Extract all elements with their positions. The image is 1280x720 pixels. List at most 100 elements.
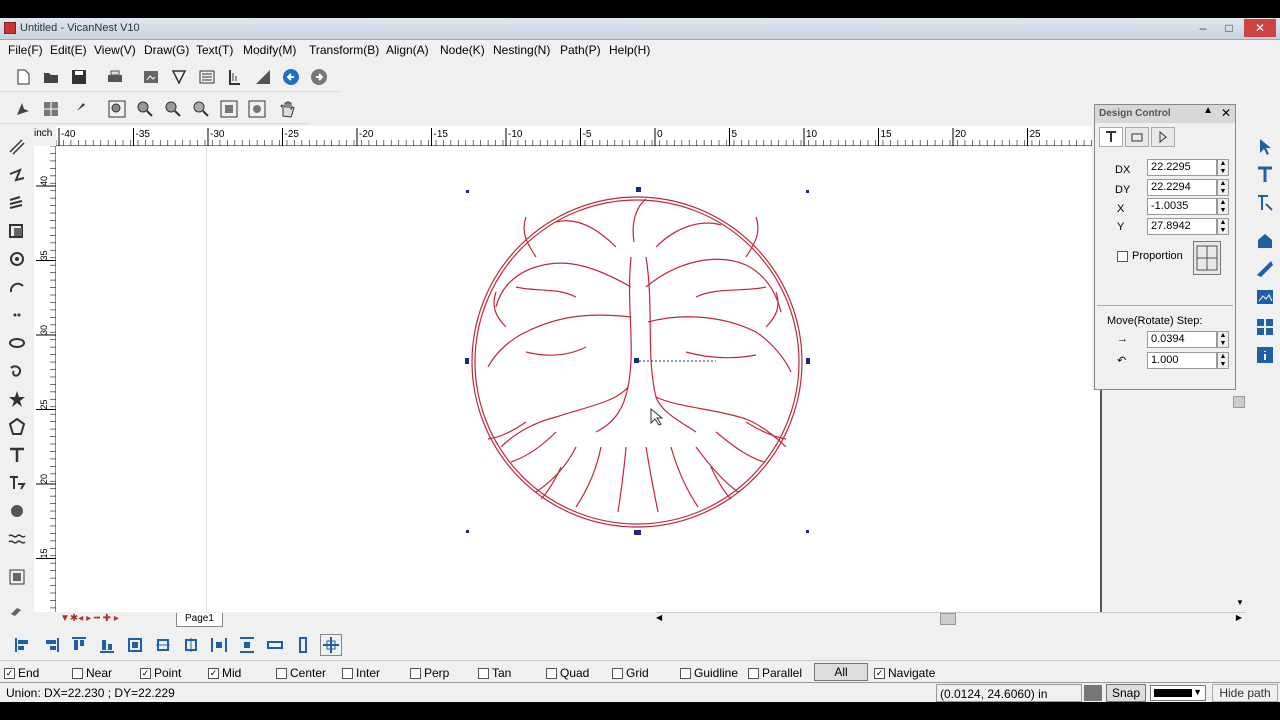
align-center-icon[interactable] <box>124 634 146 656</box>
vertical-scrollbar[interactable] <box>1232 390 1246 612</box>
point-tool-icon[interactable] <box>6 304 28 326</box>
link-tool-icon[interactable] <box>6 600 28 622</box>
info-tool-icon[interactable] <box>1254 344 1276 366</box>
rotate-step-spinner[interactable]: ▲ ▼ <box>1217 352 1229 369</box>
menu-modify[interactable]: Modify(M) <box>243 43 296 57</box>
y-spinner[interactable]: ▲ ▼ <box>1217 218 1229 235</box>
snap-parallel-checkbox[interactable]: Parallel <box>748 666 802 680</box>
snap-quad-box[interactable] <box>546 667 557 679</box>
tab-node-properties[interactable] <box>1151 127 1175 147</box>
star-tool-icon[interactable] <box>6 388 28 410</box>
line-tool-icon[interactable] <box>6 136 28 158</box>
shape-tool-icon[interactable] <box>1254 230 1276 252</box>
import-icon[interactable] <box>140 66 162 88</box>
page-tab[interactable]: Page1 <box>176 613 223 627</box>
align-left-icon[interactable] <box>12 634 34 656</box>
text-edit-icon[interactable] <box>1254 164 1276 186</box>
rectangle-tool-icon[interactable] <box>6 220 28 242</box>
same-height-icon[interactable] <box>292 634 314 656</box>
snap-end-box[interactable]: ✓ <box>4 667 15 679</box>
snap-button[interactable]: Snap <box>1106 684 1146 702</box>
horizontal-scroll-thumb[interactable] <box>940 613 956 625</box>
circle-fill-icon[interactable] <box>6 500 28 522</box>
menu-text[interactable]: Text(T) <box>196 43 233 57</box>
oval-tool-icon[interactable] <box>6 332 28 354</box>
align-top-icon[interactable] <box>68 634 90 656</box>
list-icon[interactable] <box>196 66 218 88</box>
save-icon[interactable] <box>68 66 90 88</box>
vectorize-icon[interactable] <box>168 66 190 88</box>
snap-center-box[interactable] <box>276 667 287 679</box>
brush-icon[interactable] <box>68 98 90 120</box>
navigate-checkbox[interactable]: ✓ Navigate <box>874 666 935 680</box>
move-step-field[interactable]: 0.0394 <box>1147 331 1217 348</box>
selection-handles[interactable] <box>465 187 810 535</box>
menu-align[interactable]: Align(A) <box>386 43 429 57</box>
panel-collapse-icon[interactable]: ▲ <box>1203 105 1213 116</box>
new-file-icon[interactable] <box>12 66 34 88</box>
spiral-tool-icon[interactable] <box>6 360 28 382</box>
snap-near-box[interactable] <box>72 667 83 679</box>
menu-path[interactable]: Path(P) <box>560 43 601 57</box>
snap-parallel-box[interactable] <box>748 667 759 679</box>
curve-tool-icon[interactable] <box>6 192 28 214</box>
snap-tan-box[interactable] <box>478 667 489 679</box>
color-selector[interactable]: ▼ <box>1150 685 1206 701</box>
same-width-icon[interactable] <box>264 634 286 656</box>
snap-inter-box[interactable] <box>342 667 353 679</box>
snap-center-checkbox[interactable]: Center <box>276 666 326 680</box>
arc-tool-icon[interactable] <box>6 276 28 298</box>
align-vcenter-icon[interactable] <box>180 634 202 656</box>
snap-grid-checkbox[interactable]: Grid <box>612 666 649 680</box>
snap-inter-checkbox[interactable]: Inter <box>342 666 380 680</box>
same-size-icon[interactable] <box>320 634 342 656</box>
align-hcenter-icon[interactable] <box>152 634 174 656</box>
print-icon[interactable] <box>104 66 126 88</box>
rotate-step-field[interactable]: 1.000 <box>1147 352 1217 369</box>
snap-point-checkbox[interactable]: ✓ Point <box>140 666 181 680</box>
snap-guidline-checkbox[interactable]: Guidline <box>680 666 738 680</box>
distribute-v-icon[interactable] <box>236 634 258 656</box>
dy-spinner[interactable]: ▲ ▼ <box>1217 179 1229 196</box>
zoom-out-icon[interactable] <box>162 98 184 120</box>
zoom-in-icon[interactable] <box>134 98 156 120</box>
zoom-window-icon[interactable] <box>190 98 212 120</box>
snap-guidline-box[interactable] <box>680 667 691 679</box>
snap-grid-box[interactable] <box>612 667 623 679</box>
select-arrow-icon[interactable] <box>1254 136 1276 158</box>
panel-close-icon[interactable]: ✕ <box>1221 106 1231 120</box>
dx-spinner[interactable]: ▲ ▼ <box>1217 159 1229 176</box>
image-tool-icon[interactable] <box>1254 286 1276 308</box>
menu-edit[interactable]: Edit(E) <box>50 43 87 57</box>
menu-draw[interactable]: Draw(G) <box>144 43 189 57</box>
node-edit-icon[interactable] <box>12 98 34 120</box>
align-right-icon[interactable] <box>40 634 62 656</box>
minimize-button[interactable]: – <box>1190 19 1216 37</box>
snap-all-button[interactable]: All <box>814 663 868 681</box>
snap-mid-box[interactable]: ✓ <box>208 667 219 679</box>
scroll-left-icon[interactable]: ◀ <box>656 613 662 622</box>
align-bottom-icon[interactable] <box>96 634 118 656</box>
snap-point-box[interactable]: ✓ <box>140 667 151 679</box>
hide-path-button[interactable]: Hide path <box>1212 684 1278 702</box>
pan-hand-icon[interactable] <box>276 98 298 120</box>
path-text-icon[interactable] <box>6 472 28 494</box>
redo-icon[interactable] <box>308 66 330 88</box>
snap-perp-checkbox[interactable]: Perp <box>410 666 449 680</box>
maximize-button[interactable]: □ <box>1216 19 1242 37</box>
x-field[interactable]: -1.0035 <box>1147 198 1217 215</box>
distribute-h-icon[interactable] <box>208 634 230 656</box>
design-artwork[interactable] <box>56 147 1092 612</box>
move-step-spinner[interactable]: ▲ ▼ <box>1217 331 1229 348</box>
navigate-check-box[interactable]: ✓ <box>874 667 885 679</box>
wave-tool-icon[interactable] <box>6 528 28 550</box>
menu-node[interactable]: Node(K) <box>440 43 485 57</box>
weld-tool-icon[interactable] <box>1254 258 1276 280</box>
scroll-down-icon[interactable]: ▼ <box>1236 598 1244 607</box>
snap-tan-checkbox[interactable]: Tan <box>478 666 511 680</box>
dx-field[interactable]: 22.2295 <box>1147 159 1217 176</box>
menu-view[interactable]: View(V) <box>94 43 136 57</box>
vertical-scroll-thumb[interactable] <box>1233 396 1245 408</box>
menu-help[interactable]: Help(H) <box>609 43 650 57</box>
drawing-canvas[interactable] <box>56 147 1092 612</box>
